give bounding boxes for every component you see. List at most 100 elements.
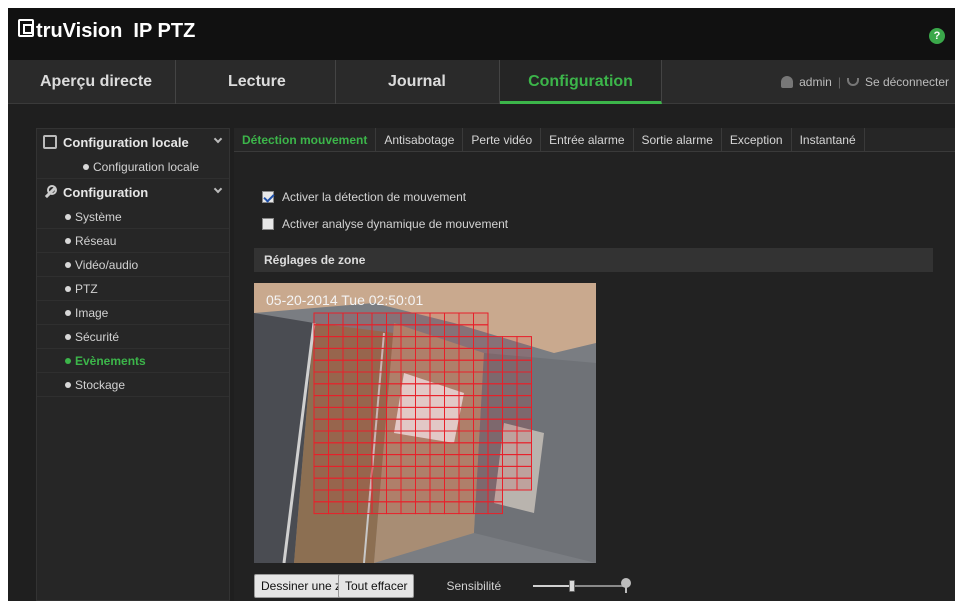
chevron-down-icon[interactable] (213, 134, 223, 144)
motion-grid-cell[interactable] (313, 465, 329, 479)
motion-grid-cell[interactable] (444, 489, 460, 503)
motion-grid-cell[interactable] (502, 406, 518, 420)
subtab-exception[interactable]: Exception (722, 128, 792, 152)
motion-grid-cell[interactable] (342, 501, 358, 515)
motion-grid-cell[interactable] (458, 465, 474, 479)
motion-grid-cell[interactable] (415, 477, 431, 491)
sidebar-item-systeme[interactable]: Système (37, 205, 229, 229)
motion-grid-cell[interactable] (357, 324, 373, 338)
motion-grid-cell[interactable] (429, 477, 445, 491)
motion-grid-cell[interactable] (357, 336, 373, 349)
motion-grid-cell[interactable] (458, 430, 474, 444)
motion-grid-cell[interactable] (386, 454, 402, 467)
motion-grid-cell[interactable] (371, 489, 387, 503)
motion-grid-cell[interactable] (342, 418, 358, 432)
motion-grid-cell[interactable] (342, 324, 358, 338)
motion-grid-cell[interactable] (400, 324, 416, 338)
motion-grid-cell[interactable] (371, 383, 387, 397)
motion-grid-cell[interactable] (415, 336, 431, 349)
motion-grid-cell[interactable] (357, 454, 373, 467)
motion-grid-cell[interactable] (371, 312, 387, 326)
motion-grid-cell[interactable] (458, 359, 474, 373)
motion-grid-cell[interactable] (487, 465, 503, 479)
motion-grid-cell[interactable] (516, 371, 532, 385)
subtab-detection-mouvement[interactable]: Détection mouvement (234, 128, 377, 152)
motion-grid-cell[interactable] (371, 347, 387, 361)
motion-grid-cell[interactable] (444, 442, 460, 456)
motion-grid-cell[interactable] (415, 371, 431, 385)
motion-grid-cell[interactable] (357, 430, 373, 444)
motion-grid-cell[interactable] (458, 347, 474, 361)
motion-grid-cell[interactable] (400, 489, 416, 503)
motion-grid-cell[interactable] (516, 418, 532, 432)
motion-grid-cell[interactable] (444, 312, 460, 326)
sidebar-group-configuration[interactable]: Configuration (37, 179, 229, 205)
video-preview-canvas[interactable]: 05-20-2014 Tue 02:50:01 (254, 283, 596, 563)
motion-grid-cell[interactable] (502, 430, 518, 444)
motion-grid-cell[interactable] (342, 430, 358, 444)
motion-grid-cell[interactable] (400, 336, 416, 349)
motion-grid-cell[interactable] (458, 395, 474, 408)
username[interactable]: admin (799, 60, 832, 104)
chevron-down-icon[interactable] (213, 184, 223, 194)
motion-grid-cell[interactable] (429, 442, 445, 456)
motion-grid-cell[interactable] (516, 430, 532, 444)
motion-grid-cell[interactable] (429, 489, 445, 503)
motion-grid-cell[interactable] (444, 336, 460, 349)
motion-grid-cell[interactable] (386, 442, 402, 456)
motion-grid-cell[interactable] (473, 324, 489, 338)
motion-grid-cell[interactable] (516, 442, 532, 456)
help-icon[interactable]: ? (929, 28, 945, 44)
sidebar-item-securite[interactable]: Sécurité (37, 325, 229, 349)
motion-grid-cell[interactable] (429, 501, 445, 515)
motion-grid-cell[interactable] (429, 418, 445, 432)
motion-grid-cell[interactable] (328, 489, 344, 503)
motion-grid-cell[interactable] (502, 465, 518, 479)
motion-grid-cell[interactable] (502, 418, 518, 432)
motion-grid-cell[interactable] (342, 477, 358, 491)
subtab-antisabotage[interactable]: Antisabotage (376, 128, 464, 152)
motion-grid-cell[interactable] (487, 406, 503, 420)
motion-grid-cell[interactable] (444, 418, 460, 432)
motion-grid-cell[interactable] (313, 442, 329, 456)
motion-grid-cell[interactable] (371, 371, 387, 385)
dynamic-analysis-row[interactable]: Activer analyse dynamique de mouvement (262, 217, 508, 231)
motion-grid-cell[interactable] (444, 324, 460, 338)
motion-grid-cell[interactable] (458, 371, 474, 385)
motion-grid-cell[interactable] (487, 395, 503, 408)
motion-grid-cell[interactable] (487, 501, 503, 515)
motion-grid-cell[interactable] (444, 347, 460, 361)
motion-grid-cell[interactable] (342, 347, 358, 361)
motion-grid-cell[interactable] (386, 501, 402, 515)
motion-grid-cell[interactable] (328, 395, 344, 408)
motion-grid-cell[interactable] (415, 489, 431, 503)
motion-grid-cell[interactable] (429, 383, 445, 397)
motion-grid-cell[interactable] (313, 395, 329, 408)
motion-grid-cell[interactable] (415, 312, 431, 326)
tab-journal[interactable]: Journal (336, 60, 500, 104)
motion-grid-cell[interactable] (386, 336, 402, 349)
motion-grid-cell[interactable] (371, 336, 387, 349)
motion-grid-cell[interactable] (429, 359, 445, 373)
motion-grid-cell[interactable] (313, 359, 329, 373)
motion-detection-grid[interactable] (313, 312, 532, 515)
motion-grid-cell[interactable] (429, 406, 445, 420)
motion-grid-cell[interactable] (386, 489, 402, 503)
motion-grid-cell[interactable] (386, 312, 402, 326)
motion-grid-cell[interactable] (502, 477, 518, 491)
motion-grid-cell[interactable] (444, 395, 460, 408)
motion-grid-cell[interactable] (458, 406, 474, 420)
motion-grid-cell[interactable] (357, 347, 373, 361)
motion-grid-cell[interactable] (328, 359, 344, 373)
motion-grid-cell[interactable] (400, 465, 416, 479)
motion-grid-cell[interactable] (429, 312, 445, 326)
motion-grid-cell[interactable] (357, 312, 373, 326)
motion-grid-cell[interactable] (342, 312, 358, 326)
motion-grid-cell[interactable] (386, 430, 402, 444)
motion-grid-cell[interactable] (473, 406, 489, 420)
motion-grid-cell[interactable] (342, 454, 358, 467)
sidebar-item-video-audio[interactable]: Vidéo/audio (37, 253, 229, 277)
motion-grid-cell[interactable] (444, 383, 460, 397)
motion-grid-cell[interactable] (371, 359, 387, 373)
motion-grid-cell[interactable] (328, 383, 344, 397)
